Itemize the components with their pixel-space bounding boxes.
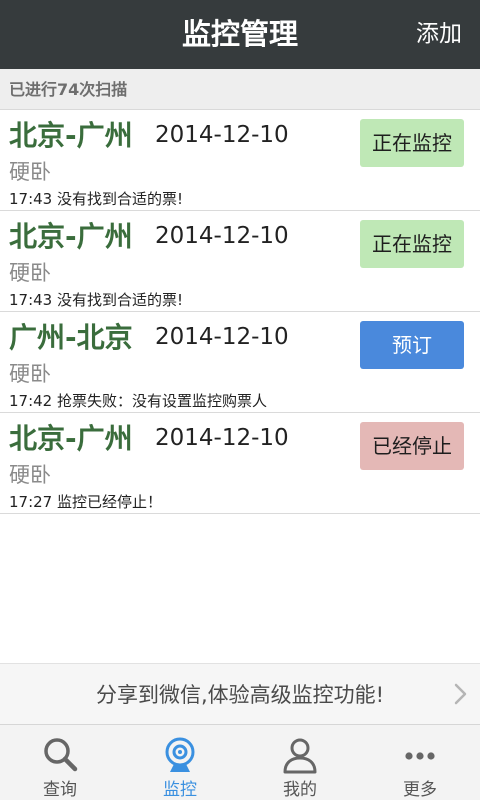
route-label: 北京-广州 — [9, 220, 133, 253]
share-banner[interactable]: 分享到微信,体验高级监控功能! — [0, 663, 480, 724]
tab-monitor-label: 监控 — [163, 780, 197, 800]
status-text: 17:43 没有找到合适的票! — [9, 291, 184, 309]
tab-monitor[interactable]: 监控 — [120, 725, 240, 800]
tab-mine-label: 我的 — [283, 780, 317, 800]
add-button[interactable]: 添加 — [416, 0, 462, 69]
list-item[interactable]: 北京-广州 2014-12-10 硬卧 17:43 没有找到合适的票! 正在监控 — [0, 110, 480, 211]
seat-type: 硬卧 — [9, 160, 51, 184]
monitoring-button[interactable]: 正在监控 — [360, 220, 464, 268]
ticket-monitor-list: 北京-广州 2014-12-10 硬卧 17:43 没有找到合适的票! 正在监控… — [0, 110, 480, 514]
seat-type: 硬卧 — [9, 362, 51, 386]
monitoring-button[interactable]: 正在监控 — [360, 119, 464, 167]
bottom-tab-bar: 查询 监控 我的 更多 — [0, 724, 480, 800]
book-button[interactable]: 预订 — [360, 321, 464, 369]
travel-date: 2014-12-10 — [155, 425, 289, 451]
monitor-camera-icon — [165, 737, 195, 772]
seat-type: 硬卧 — [9, 463, 51, 487]
travel-date: 2014-12-10 — [155, 122, 289, 148]
route-label: 北京-广州 — [9, 119, 133, 152]
list-item[interactable]: 北京-广州 2014-12-10 硬卧 17:27 监控已经停止！ 已经停止 — [0, 413, 480, 514]
status-text: 17:42 抢票失败：没有设置监控购票人 — [9, 392, 267, 410]
stopped-button[interactable]: 已经停止 — [360, 422, 464, 470]
list-item[interactable]: 北京-广州 2014-12-10 硬卧 17:43 没有找到合适的票! 正在监控 — [0, 211, 480, 312]
top-bar: 监控管理 添加 — [0, 0, 480, 69]
tab-query-label: 查询 — [43, 780, 77, 800]
scan-count-text: 已进行74次扫描 — [9, 80, 128, 99]
route-label: 北京-广州 — [9, 422, 133, 455]
scan-count-bar: 已进行74次扫描 — [0, 69, 480, 110]
seat-type: 硬卧 — [9, 261, 51, 285]
status-text: 17:43 没有找到合适的票! — [9, 190, 184, 208]
chevron-right-icon — [454, 683, 467, 705]
tab-more[interactable]: 更多 — [360, 725, 480, 800]
tab-more-label: 更多 — [403, 780, 437, 800]
share-banner-text: 分享到微信,体验高级监控功能! — [95, 683, 385, 707]
list-item[interactable]: 广州-北京 2014-12-10 硬卧 17:42 抢票失败：没有设置监控购票人… — [0, 312, 480, 413]
search-icon — [44, 738, 78, 772]
tab-query[interactable]: 查询 — [0, 725, 120, 800]
user-icon — [283, 738, 317, 774]
page-title: 监控管理 — [181, 17, 298, 51]
travel-date: 2014-12-10 — [155, 223, 289, 249]
status-text: 17:27 监控已经停止！ — [9, 493, 162, 511]
route-label: 广州-北京 — [9, 321, 133, 354]
tab-mine[interactable]: 我的 — [240, 725, 360, 800]
more-dots-icon — [405, 752, 435, 760]
travel-date: 2014-12-10 — [155, 324, 289, 350]
